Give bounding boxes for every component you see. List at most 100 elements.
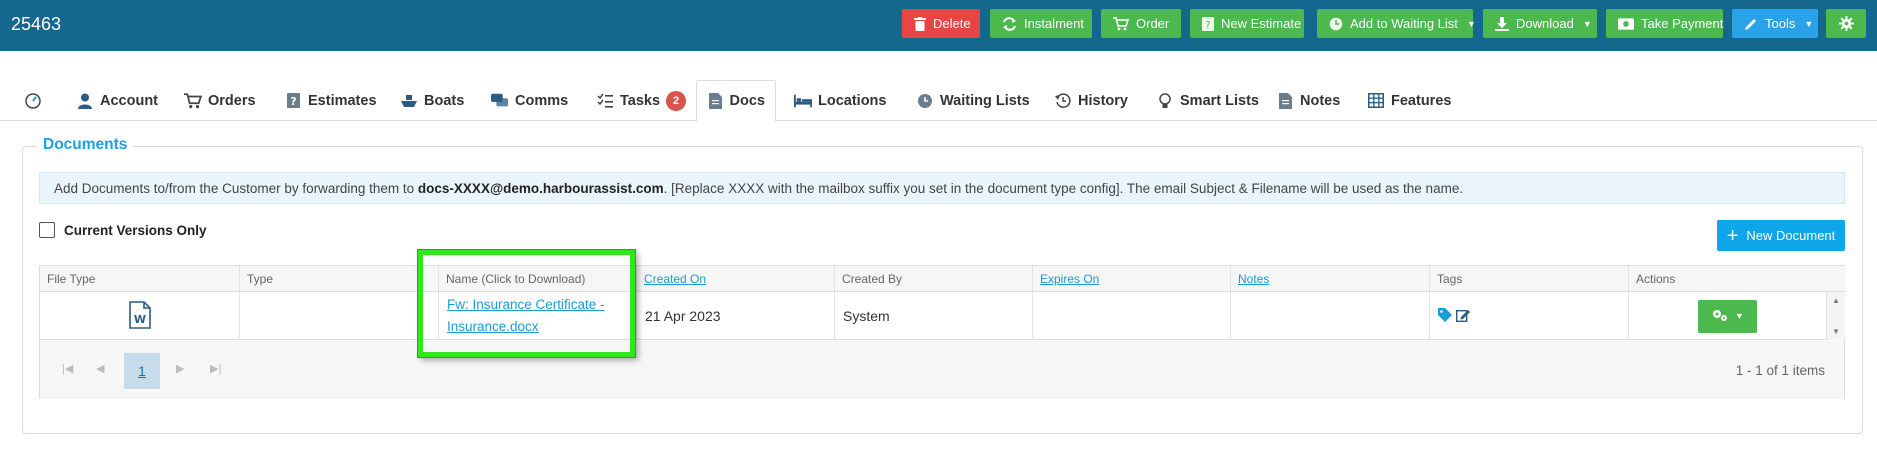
tab-history-label: History <box>1078 92 1128 109</box>
tab-notes-label: Notes <box>1300 92 1341 109</box>
tab-comms[interactable]: Comms <box>481 80 578 121</box>
svg-text:W: W <box>133 313 145 326</box>
top-bar: 25463 Delete Instalment Order ? New Esti… <box>0 0 1877 51</box>
download-label: Download <box>1516 16 1574 31</box>
order-button[interactable]: Order <box>1101 9 1181 38</box>
col-notes[interactable]: Notes <box>1230 266 1429 292</box>
info-suffix: . [Replace XXXX with the mailbox suffix … <box>663 180 1464 196</box>
tab-tasks[interactable]: Tasks 2 <box>586 80 696 121</box>
chevron-down-icon: ▼ <box>1804 18 1814 29</box>
estimate-icon: ? <box>284 92 302 110</box>
current-versions-checkbox[interactable] <box>39 222 55 238</box>
bed-icon <box>794 92 812 110</box>
next-page-icon[interactable]: ▶ <box>176 362 184 375</box>
tab-smart-lists[interactable]: Smart Lists <box>1146 80 1269 121</box>
settings-button[interactable] <box>1826 9 1866 38</box>
created-on-cell: 21 Apr 2023 <box>636 292 834 340</box>
current-versions-toggle[interactable]: Current Versions Only <box>39 222 207 238</box>
tab-orders-label: Orders <box>208 92 256 109</box>
tab-orders[interactable]: Orders <box>174 80 266 121</box>
new-document-label: New Document <box>1746 228 1836 243</box>
tab-smart-lists-label: Smart Lists <box>1180 92 1259 109</box>
document-icon <box>707 92 724 110</box>
col-created-on[interactable]: Created On <box>636 266 834 292</box>
clock-icon <box>916 92 934 110</box>
new-estimate-button[interactable]: ? New Estimate <box>1190 9 1304 38</box>
tasks-count-badge: 2 <box>666 90 687 111</box>
col-expires-on[interactable]: Expires On <box>1032 266 1230 292</box>
estimate-icon: ? <box>1202 16 1214 32</box>
new-document-button[interactable]: + New Document <box>1717 220 1845 251</box>
scroll-down-icon[interactable]: ▼ <box>1832 327 1840 336</box>
prev-page-icon[interactable]: ◀ <box>96 362 104 375</box>
col-name: Name (Click to Download) <box>438 266 636 292</box>
col-file-type: File Type <box>47 272 96 286</box>
tab-account[interactable]: Account <box>66 80 168 121</box>
tab-waiting-lists-label: Waiting Lists <box>940 92 1030 109</box>
gears-icon <box>1711 308 1729 325</box>
row-actions-button[interactable]: ▼ <box>1698 299 1757 333</box>
chevron-down-icon: ▼ <box>1466 18 1476 29</box>
tab-locations-label: Locations <box>818 92 887 109</box>
tab-notes[interactable]: Notes <box>1266 80 1350 121</box>
actions-cell: ▼ <box>1628 292 1826 340</box>
tab-locations[interactable]: Locations <box>784 80 896 121</box>
record-id: 25463 <box>11 14 62 34</box>
add-to-waiting-list-label: Add to Waiting List <box>1350 16 1458 31</box>
order-label: Order <box>1136 16 1170 31</box>
chevron-down-icon: ▼ <box>1735 311 1744 321</box>
edit-icon[interactable] <box>1455 308 1470 325</box>
delete-button[interactable]: Delete <box>902 9 980 38</box>
trash-icon <box>914 16 926 32</box>
instalment-label: Instalment <box>1024 16 1084 31</box>
current-versions-label: Current Versions Only <box>64 222 207 238</box>
instalment-button[interactable]: Instalment <box>990 9 1092 38</box>
svg-text:?: ? <box>290 95 296 108</box>
grid-header: File Type Type Name (Click to Download) … <box>40 266 1846 292</box>
tab-bar: Account Orders ? Estimates Boats Comms T… <box>0 80 1877 122</box>
add-to-waiting-list-button[interactable]: Add to Waiting List ▼ <box>1317 9 1476 38</box>
tab-estimates[interactable]: ? Estimates <box>274 80 387 121</box>
expires-on-cell <box>1032 292 1230 340</box>
tab-dashboard[interactable] <box>14 80 52 121</box>
col-type: Type <box>239 266 438 292</box>
tab-features[interactable]: Features <box>1357 80 1461 121</box>
tab-boats-label: Boats <box>424 92 465 109</box>
new-estimate-label: New Estimate <box>1221 16 1302 31</box>
tab-docs[interactable]: Docs <box>696 80 776 122</box>
documents-grid: File Type Type Name (Click to Download) … <box>39 265 1846 399</box>
history-icon <box>1054 92 1072 110</box>
last-page-icon[interactable]: ▶| <box>210 362 221 375</box>
tag-icon[interactable] <box>1438 307 1452 325</box>
notes-cell <box>1230 292 1429 340</box>
take-payment-button[interactable]: Take Payment <box>1606 9 1723 38</box>
cart-icon <box>184 92 202 110</box>
tools-button[interactable]: Tools ▼ <box>1732 9 1818 38</box>
type-cell <box>239 292 438 340</box>
chevron-down-icon: ▼ <box>1582 18 1592 29</box>
documents-legend: Documents <box>37 136 134 154</box>
tab-waiting-lists[interactable]: Waiting Lists <box>906 80 1040 121</box>
file-download-link[interactable]: Fw: Insurance Certificate - Insurance.do… <box>447 294 605 338</box>
table-icon <box>1367 92 1385 110</box>
tab-history[interactable]: History <box>1044 80 1138 121</box>
plus-icon: + <box>1726 224 1739 247</box>
grid-scrollbar[interactable]: ▲ ▼ <box>1826 292 1845 340</box>
page-number-button[interactable]: 1 <box>124 353 160 389</box>
tools-label: Tools <box>1765 16 1796 31</box>
tab-boats[interactable]: Boats <box>390 80 474 121</box>
cart-icon <box>1113 16 1129 32</box>
tab-comms-label: Comms <box>515 92 569 109</box>
first-page-icon[interactable]: |◀ <box>62 362 73 375</box>
dashboard-icon <box>24 92 42 110</box>
word-doc-icon: W <box>128 300 151 332</box>
delete-label: Delete <box>933 16 971 31</box>
pager-summary: 1 - 1 of 1 items <box>1735 363 1825 378</box>
grid-pager: |◀ ◀ 1 ▶ ▶| 1 - 1 of 1 items <box>40 341 1844 399</box>
scroll-up-icon[interactable]: ▲ <box>1832 296 1840 305</box>
download-button[interactable]: Download ▼ <box>1483 9 1597 38</box>
table-row: W Fw: Insurance Certificate - Insurance.… <box>40 292 1826 340</box>
take-payment-label: Take Payment <box>1641 16 1724 31</box>
tab-tasks-label: Tasks <box>620 92 661 109</box>
refresh-icon <box>1002 16 1017 32</box>
